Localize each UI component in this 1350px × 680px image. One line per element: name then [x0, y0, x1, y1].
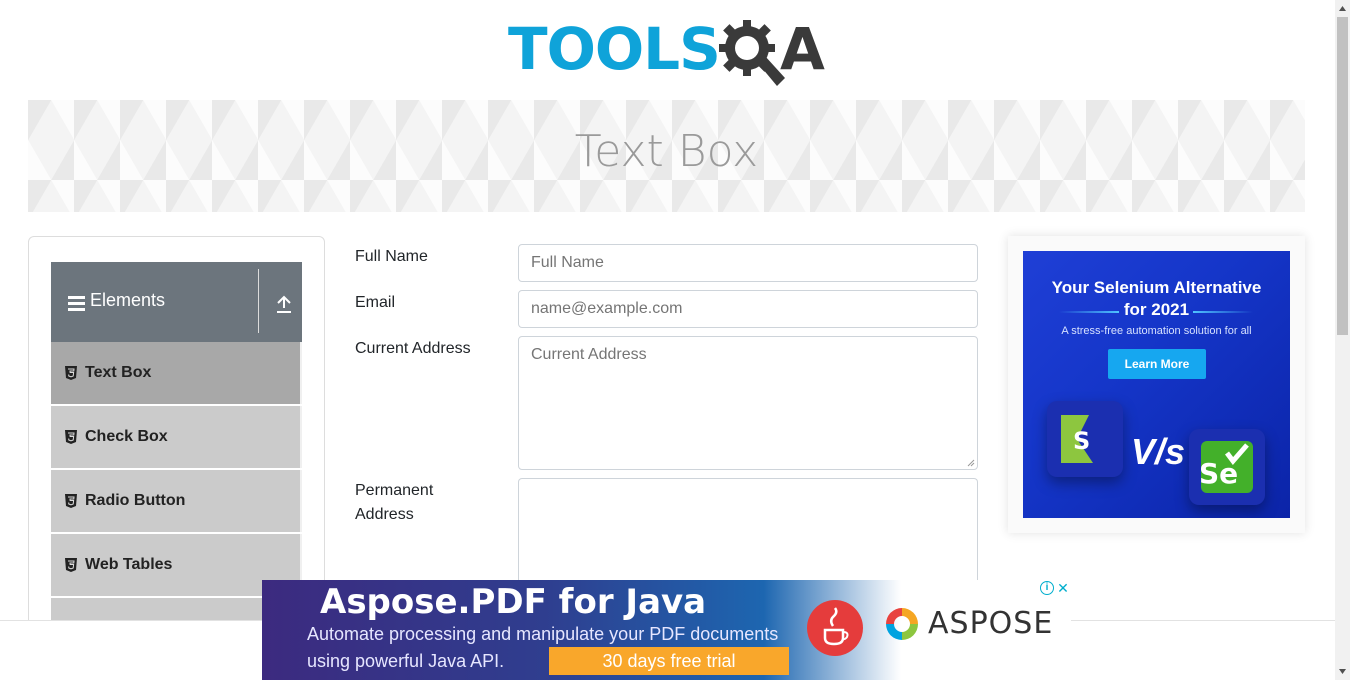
aspose-logo-icon — [886, 608, 918, 640]
sidebar-item-label: Text Box — [85, 364, 152, 381]
ad-title-line2: for 2021 — [1123, 300, 1190, 319]
svg-text:S: S — [1073, 427, 1090, 455]
aspose-brand: ASPOSE — [928, 606, 1054, 641]
selenium-alternative-ad[interactable]: Your Selenium Alternative for 2021 A str… — [1023, 251, 1290, 518]
versus-text: V/s — [1131, 431, 1186, 472]
selenium-logo-card: Se — [1189, 429, 1265, 505]
html5-icon — [65, 366, 77, 380]
ad-description-line2: using powerful Java API. — [307, 651, 505, 671]
sidebar-item-label: Radio Button — [85, 492, 186, 509]
gear-magnifier-icon — [719, 20, 785, 86]
divider — [258, 269, 259, 333]
page-scrollbar[interactable] — [1335, 0, 1350, 680]
full-name-input[interactable] — [518, 244, 978, 282]
page-title: Text Box — [574, 126, 759, 177]
logo-text: TOOLS — [508, 15, 721, 83]
permanent-address-label-line1: Permanent — [355, 482, 434, 499]
ad-decor-line — [1193, 311, 1253, 313]
ad-info-icon[interactable]: i — [1040, 581, 1054, 595]
sidebar-item-text-box[interactable]: Text Box — [51, 342, 302, 404]
sidebar-item-label: Web Tables — [85, 556, 173, 573]
scroll-up-icon[interactable] — [1338, 4, 1347, 13]
ad-headline: Aspose.PDF for Java — [320, 582, 707, 622]
ad-subtitle: A stress-free automation solution for al… — [1061, 325, 1252, 337]
email-label: Email — [355, 294, 396, 311]
html5-icon — [65, 558, 77, 572]
katalon-logo-card: S — [1047, 401, 1123, 477]
scrollbar-thumb[interactable] — [1337, 17, 1348, 335]
aspose-pdf-ad[interactable]: Aspose.PDF for Java Automate processing … — [262, 580, 1071, 680]
scroll-down-icon[interactable] — [1338, 667, 1347, 676]
java-logo-icon — [807, 600, 863, 656]
sidebar-item-radio-button[interactable]: Radio Button — [51, 470, 302, 532]
sidebar-group-elements[interactable]: Elements — [51, 262, 302, 342]
hamburger-icon — [68, 296, 85, 311]
full-name-label: Full Name — [355, 248, 428, 265]
current-address-label: Current Address — [355, 340, 471, 357]
email-input[interactable] — [518, 290, 978, 328]
selenium-logo-label: Se — [1199, 457, 1239, 490]
learn-more-button[interactable]: Learn More — [1108, 349, 1206, 379]
free-trial-button[interactable]: 30 days free trial — [549, 647, 789, 675]
ad-close-icon[interactable]: ✕ — [1056, 581, 1070, 595]
sidebar-item-label: Check Box — [85, 428, 168, 445]
ad-title-line1: Your Selenium Alternative — [1051, 278, 1262, 297]
sidebar-group-label: Elements — [90, 290, 166, 310]
sidebar-item-check-box[interactable]: Check Box — [51, 406, 302, 468]
ad-title: Your Selenium Alternative for 2021 — [1023, 277, 1290, 321]
logo-suffix: A — [780, 15, 825, 83]
html5-icon — [65, 494, 77, 508]
toolsqa-logo[interactable]: TOOLS A — [508, 14, 830, 90]
resize-handle-icon[interactable] — [966, 458, 975, 467]
page-banner: Text Box — [28, 100, 1305, 212]
ad-decor-line — [1059, 311, 1119, 313]
permanent-address-label-line2: Address — [355, 506, 414, 523]
katalon-logo-icon: S — [1061, 415, 1109, 463]
current-address-textarea[interactable] — [518, 336, 978, 470]
ad-description-line1: Automate processing and manipulate your … — [307, 624, 779, 644]
collapse-up-icon[interactable] — [273, 293, 295, 315]
html5-icon — [65, 430, 77, 444]
